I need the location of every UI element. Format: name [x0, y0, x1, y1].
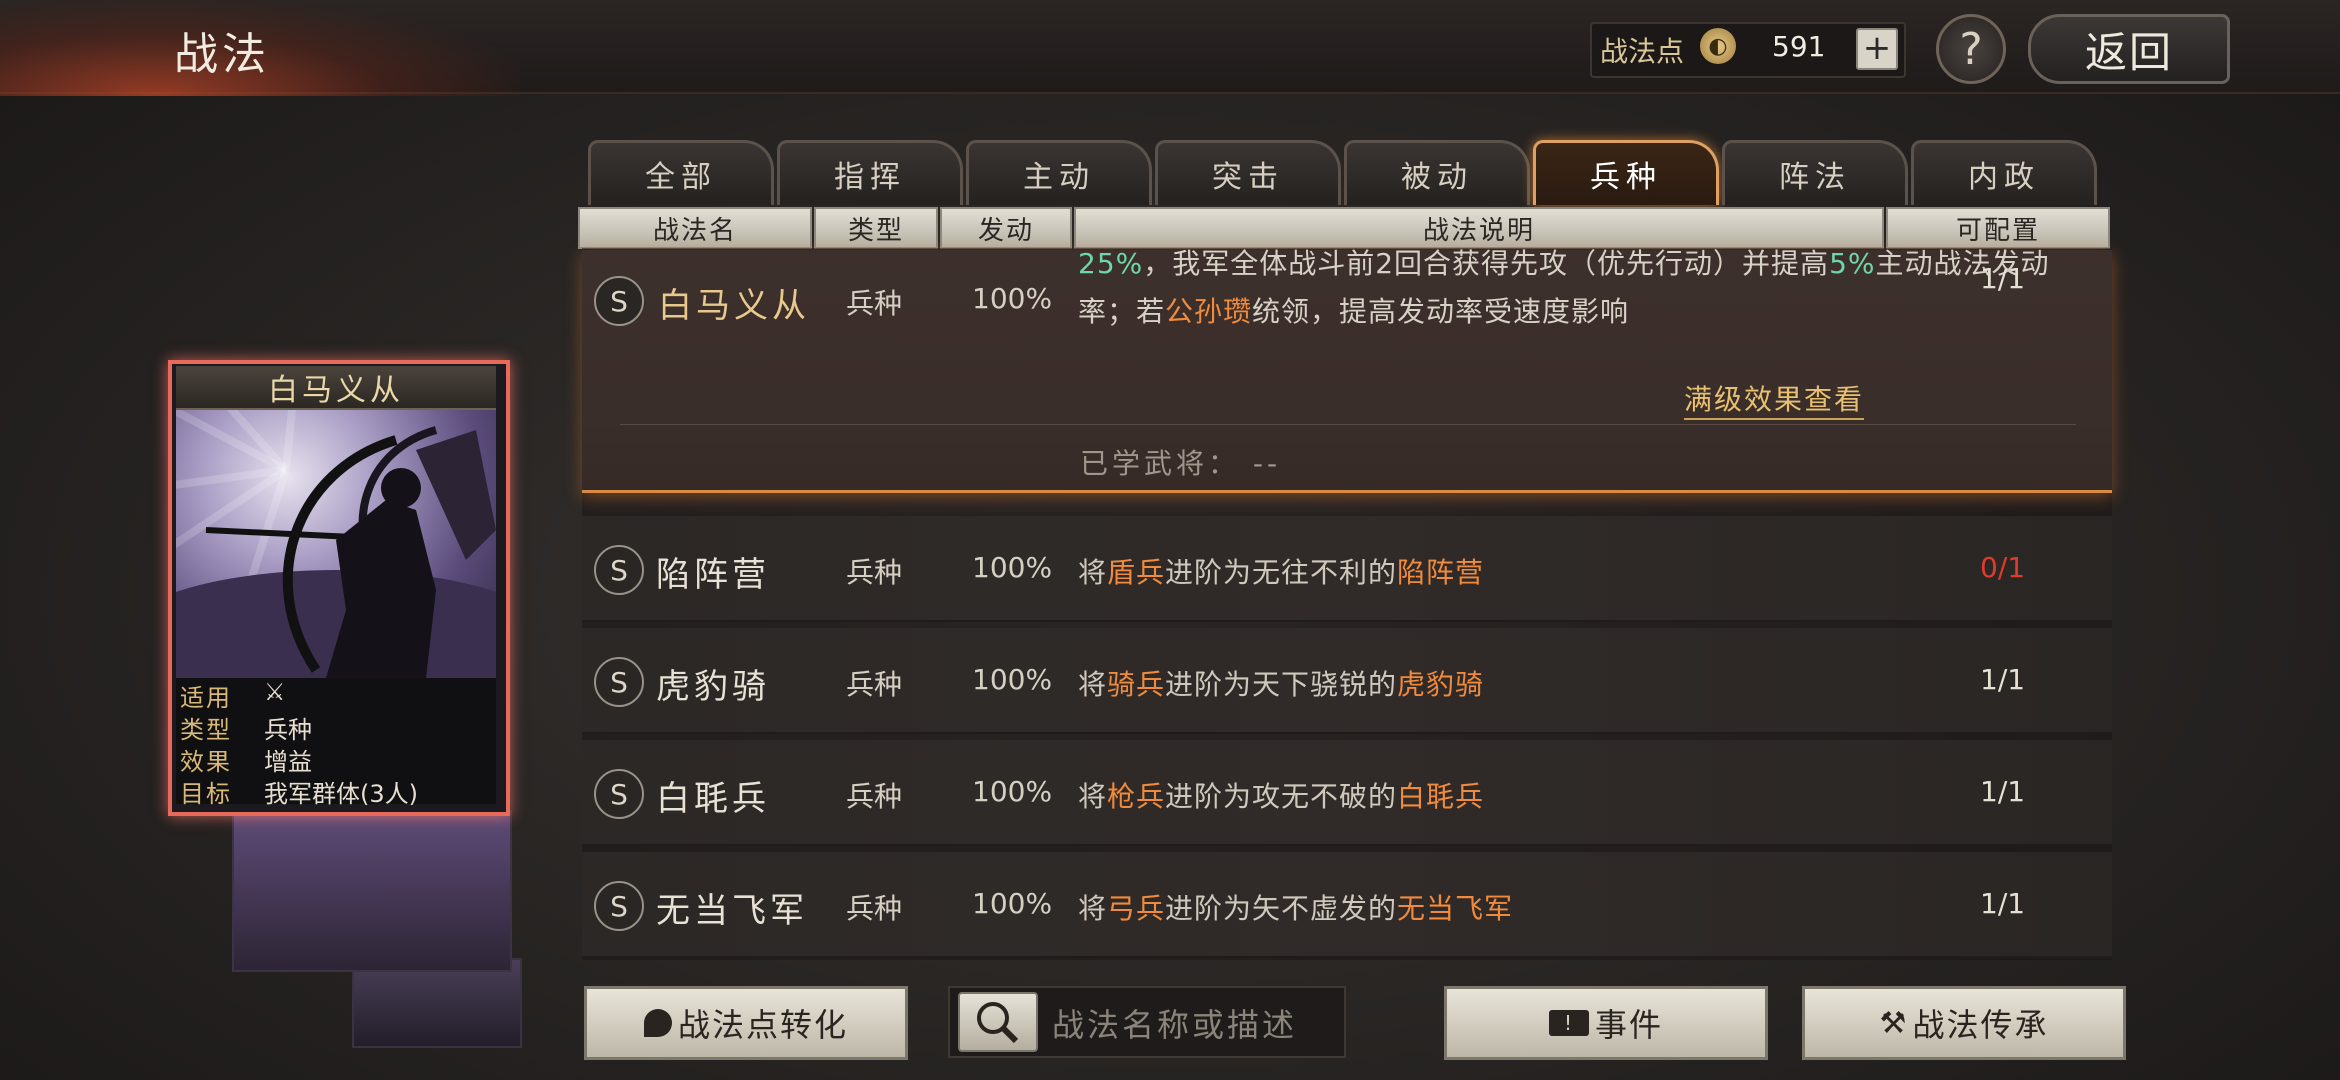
- skill-rate: 100%: [972, 663, 1053, 696]
- skill-type: 兵种: [846, 780, 903, 813]
- skill-config-count: 0/1: [1980, 551, 2026, 584]
- tab-formation[interactable]: 阵法: [1722, 140, 1908, 205]
- desc-value: 25%: [1078, 247, 1144, 280]
- events-label: 事件: [1594, 1006, 1663, 1044]
- tab-passive[interactable]: 被动: [1344, 140, 1530, 205]
- applicable-unit-icon: ⚔: [264, 678, 286, 706]
- convert-points-button[interactable]: 战法点转化: [584, 986, 908, 1060]
- event-icon: !: [1548, 1010, 1589, 1036]
- inherit-skill-button[interactable]: ⚒ 战法传承: [1802, 986, 2126, 1060]
- grade-badge: S: [594, 545, 644, 595]
- skill-description: 将弓兵进阶为矢不虚发的无当飞军: [1078, 887, 1513, 927]
- skill-config-count: 1/1: [1980, 887, 2026, 920]
- skill-name: 无当飞军: [656, 891, 808, 931]
- desc-text: 统领，提高发动率受速度影响: [1252, 295, 1630, 328]
- points-coin-icon: ◐: [1700, 28, 1736, 64]
- add-points-button[interactable]: +: [1856, 28, 1898, 70]
- skill-description: 将盾兵进阶为无往不利的陷阵营: [1078, 551, 1484, 591]
- skill-name: 白毦兵: [656, 779, 770, 819]
- desc-general: 公孙瓒: [1165, 295, 1253, 328]
- card-info-type: 类型 兵种: [180, 716, 312, 744]
- card-info-effect: 效果 增益: [180, 748, 312, 776]
- desc-text: 将: [1078, 668, 1108, 701]
- tab-troop-type[interactable]: 兵种: [1533, 140, 1719, 205]
- card-art-archer: [176, 410, 496, 678]
- grade-badge: S: [594, 769, 644, 819]
- skill-rate: 100%: [972, 775, 1053, 808]
- grade-badge: S: [594, 276, 644, 326]
- column-header-type[interactable]: 类型: [814, 207, 938, 249]
- skill-type: 兵种: [846, 556, 903, 589]
- skill-rate: 100%: [972, 887, 1053, 920]
- help-button[interactable]: ?: [1936, 14, 2006, 84]
- desc-unit: 虎豹骑: [1397, 668, 1485, 701]
- desc-unit: 陷阵营: [1397, 556, 1485, 589]
- back-button[interactable]: 返回: [2028, 14, 2230, 84]
- tab-active[interactable]: 主动: [966, 140, 1152, 205]
- tab-all[interactable]: 全部: [588, 140, 774, 205]
- search-icon[interactable]: [958, 992, 1038, 1052]
- divider: [620, 424, 2076, 425]
- desc-text: 将: [1078, 556, 1108, 589]
- view-max-level-link[interactable]: 满级效果查看: [1684, 378, 1865, 420]
- learned-value: --: [1252, 447, 1282, 480]
- convert-points-label: 战法点转化: [677, 1006, 848, 1044]
- skill-description: 将骑兵进阶为天下骁锐的虎豹骑: [1078, 663, 1484, 703]
- desc-troop: 弓兵: [1107, 892, 1166, 925]
- desc-text: 进阶为矢不虚发的: [1165, 892, 1398, 925]
- page-title: 战法: [174, 29, 270, 80]
- skill-description: 将枪兵进阶为攻无不破的白毦兵: [1078, 775, 1484, 815]
- card-info-target: 目标 我军群体(3人): [180, 780, 418, 808]
- grade-badge: S: [594, 881, 644, 931]
- card-stack-back: [232, 810, 512, 972]
- desc-text: 进阶为攻无不破的: [1165, 780, 1398, 813]
- column-header-rate[interactable]: 发动: [940, 207, 1072, 249]
- skill-config-count: 1/1: [1980, 663, 2026, 696]
- skill-rate: 100%: [972, 282, 1053, 315]
- skill-config-count: 1/1: [1980, 775, 2026, 808]
- skill-rate: 100%: [972, 551, 1053, 584]
- skill-type: 兵种: [846, 287, 903, 320]
- skill-type: 兵种: [846, 668, 903, 701]
- desc-text: 将: [1078, 780, 1108, 813]
- card-info-applicable: 适用 ⚔: [180, 678, 286, 712]
- desc-text: 进阶为天下骁锐的: [1165, 668, 1398, 701]
- desc-troop: 枪兵: [1107, 780, 1166, 813]
- desc-text: ，我军全体战斗前2回合获得先攻（优先行动）并提高: [1143, 247, 1830, 280]
- desc-unit: 无当飞军: [1397, 892, 1514, 925]
- tab-command[interactable]: 指挥: [777, 140, 963, 205]
- events-button[interactable]: ! 事件: [1444, 986, 1768, 1060]
- tab-assault[interactable]: 突击: [1155, 140, 1341, 205]
- tab-internal[interactable]: 内政: [1911, 140, 2097, 205]
- learned-label: 已学武将：: [1080, 447, 1241, 480]
- column-header-name[interactable]: 战法名: [578, 207, 812, 249]
- desc-value: 5%: [1829, 247, 1876, 280]
- desc-unit: 白毦兵: [1397, 780, 1485, 813]
- archer-silhouette-icon: [176, 410, 496, 678]
- desc-text: 进阶为无往不利的: [1165, 556, 1398, 589]
- search-placeholder: 战法名称或描述: [1052, 1006, 1298, 1044]
- inherit-skill-label: 战法传承: [1912, 1006, 2049, 1044]
- skill-points-value: 591: [1772, 30, 1826, 63]
- skill-type: 兵种: [846, 892, 903, 925]
- skill-points-label: 战法点: [1600, 35, 1685, 68]
- skill-name: 虎豹骑: [656, 667, 770, 707]
- learned-generals: 已学武将： --: [1080, 442, 1281, 482]
- desc-troop: 骑兵: [1107, 668, 1166, 701]
- grade-badge: S: [594, 657, 644, 707]
- fire-icon: [643, 1009, 672, 1037]
- skill-name: 陷阵营: [656, 555, 770, 595]
- desc-troop: 盾兵: [1107, 556, 1166, 589]
- skill-name: 白马义从: [658, 286, 810, 326]
- skill-description: 25%，我军全体战斗前2回合获得先攻（优先行动）并提高5%主动战法发动率；若公孙…: [1078, 240, 2078, 372]
- skill-config-count: 1/1: [1980, 262, 2026, 295]
- desc-text: 将: [1078, 892, 1108, 925]
- hammer-icon: ⚒: [1879, 1005, 1909, 1041]
- card-title: 白马义从: [176, 366, 496, 410]
